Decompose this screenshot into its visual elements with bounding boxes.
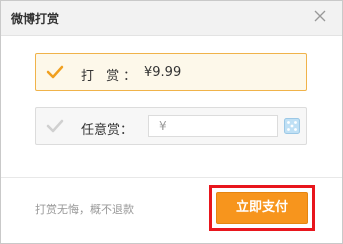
reward-option-custom[interactable]: 任意赏：: [35, 107, 307, 145]
close-icon[interactable]: [312, 8, 328, 24]
dialog-title: 微博打赏: [11, 12, 60, 26]
custom-reward-label: 任意赏：: [81, 123, 134, 138]
dice-icon[interactable]: [284, 118, 300, 134]
custom-amount-input[interactable]: [148, 115, 278, 137]
pay-button-highlight: 立即支付: [209, 185, 315, 231]
fixed-reward-label: 打 赏：: [81, 69, 141, 84]
dialog-titlebar: 微博打赏: [1, 1, 342, 36]
footer-divider: [1, 177, 342, 178]
fixed-reward-amount: ¥9.99: [144, 65, 182, 80]
reward-option-fixed[interactable]: 打 赏： ¥9.99: [35, 53, 307, 91]
no-refund-note: 打赏无悔，概不退款: [35, 203, 134, 216]
reward-dialog: 微博打赏 打 赏： ¥9.99 任意赏： ¥ 打赏无悔，概不退款 立即支付: [0, 0, 343, 244]
checkmark-icon: [46, 118, 64, 134]
pay-now-button[interactable]: 立即支付: [216, 192, 308, 224]
checkmark-icon: [46, 64, 64, 80]
